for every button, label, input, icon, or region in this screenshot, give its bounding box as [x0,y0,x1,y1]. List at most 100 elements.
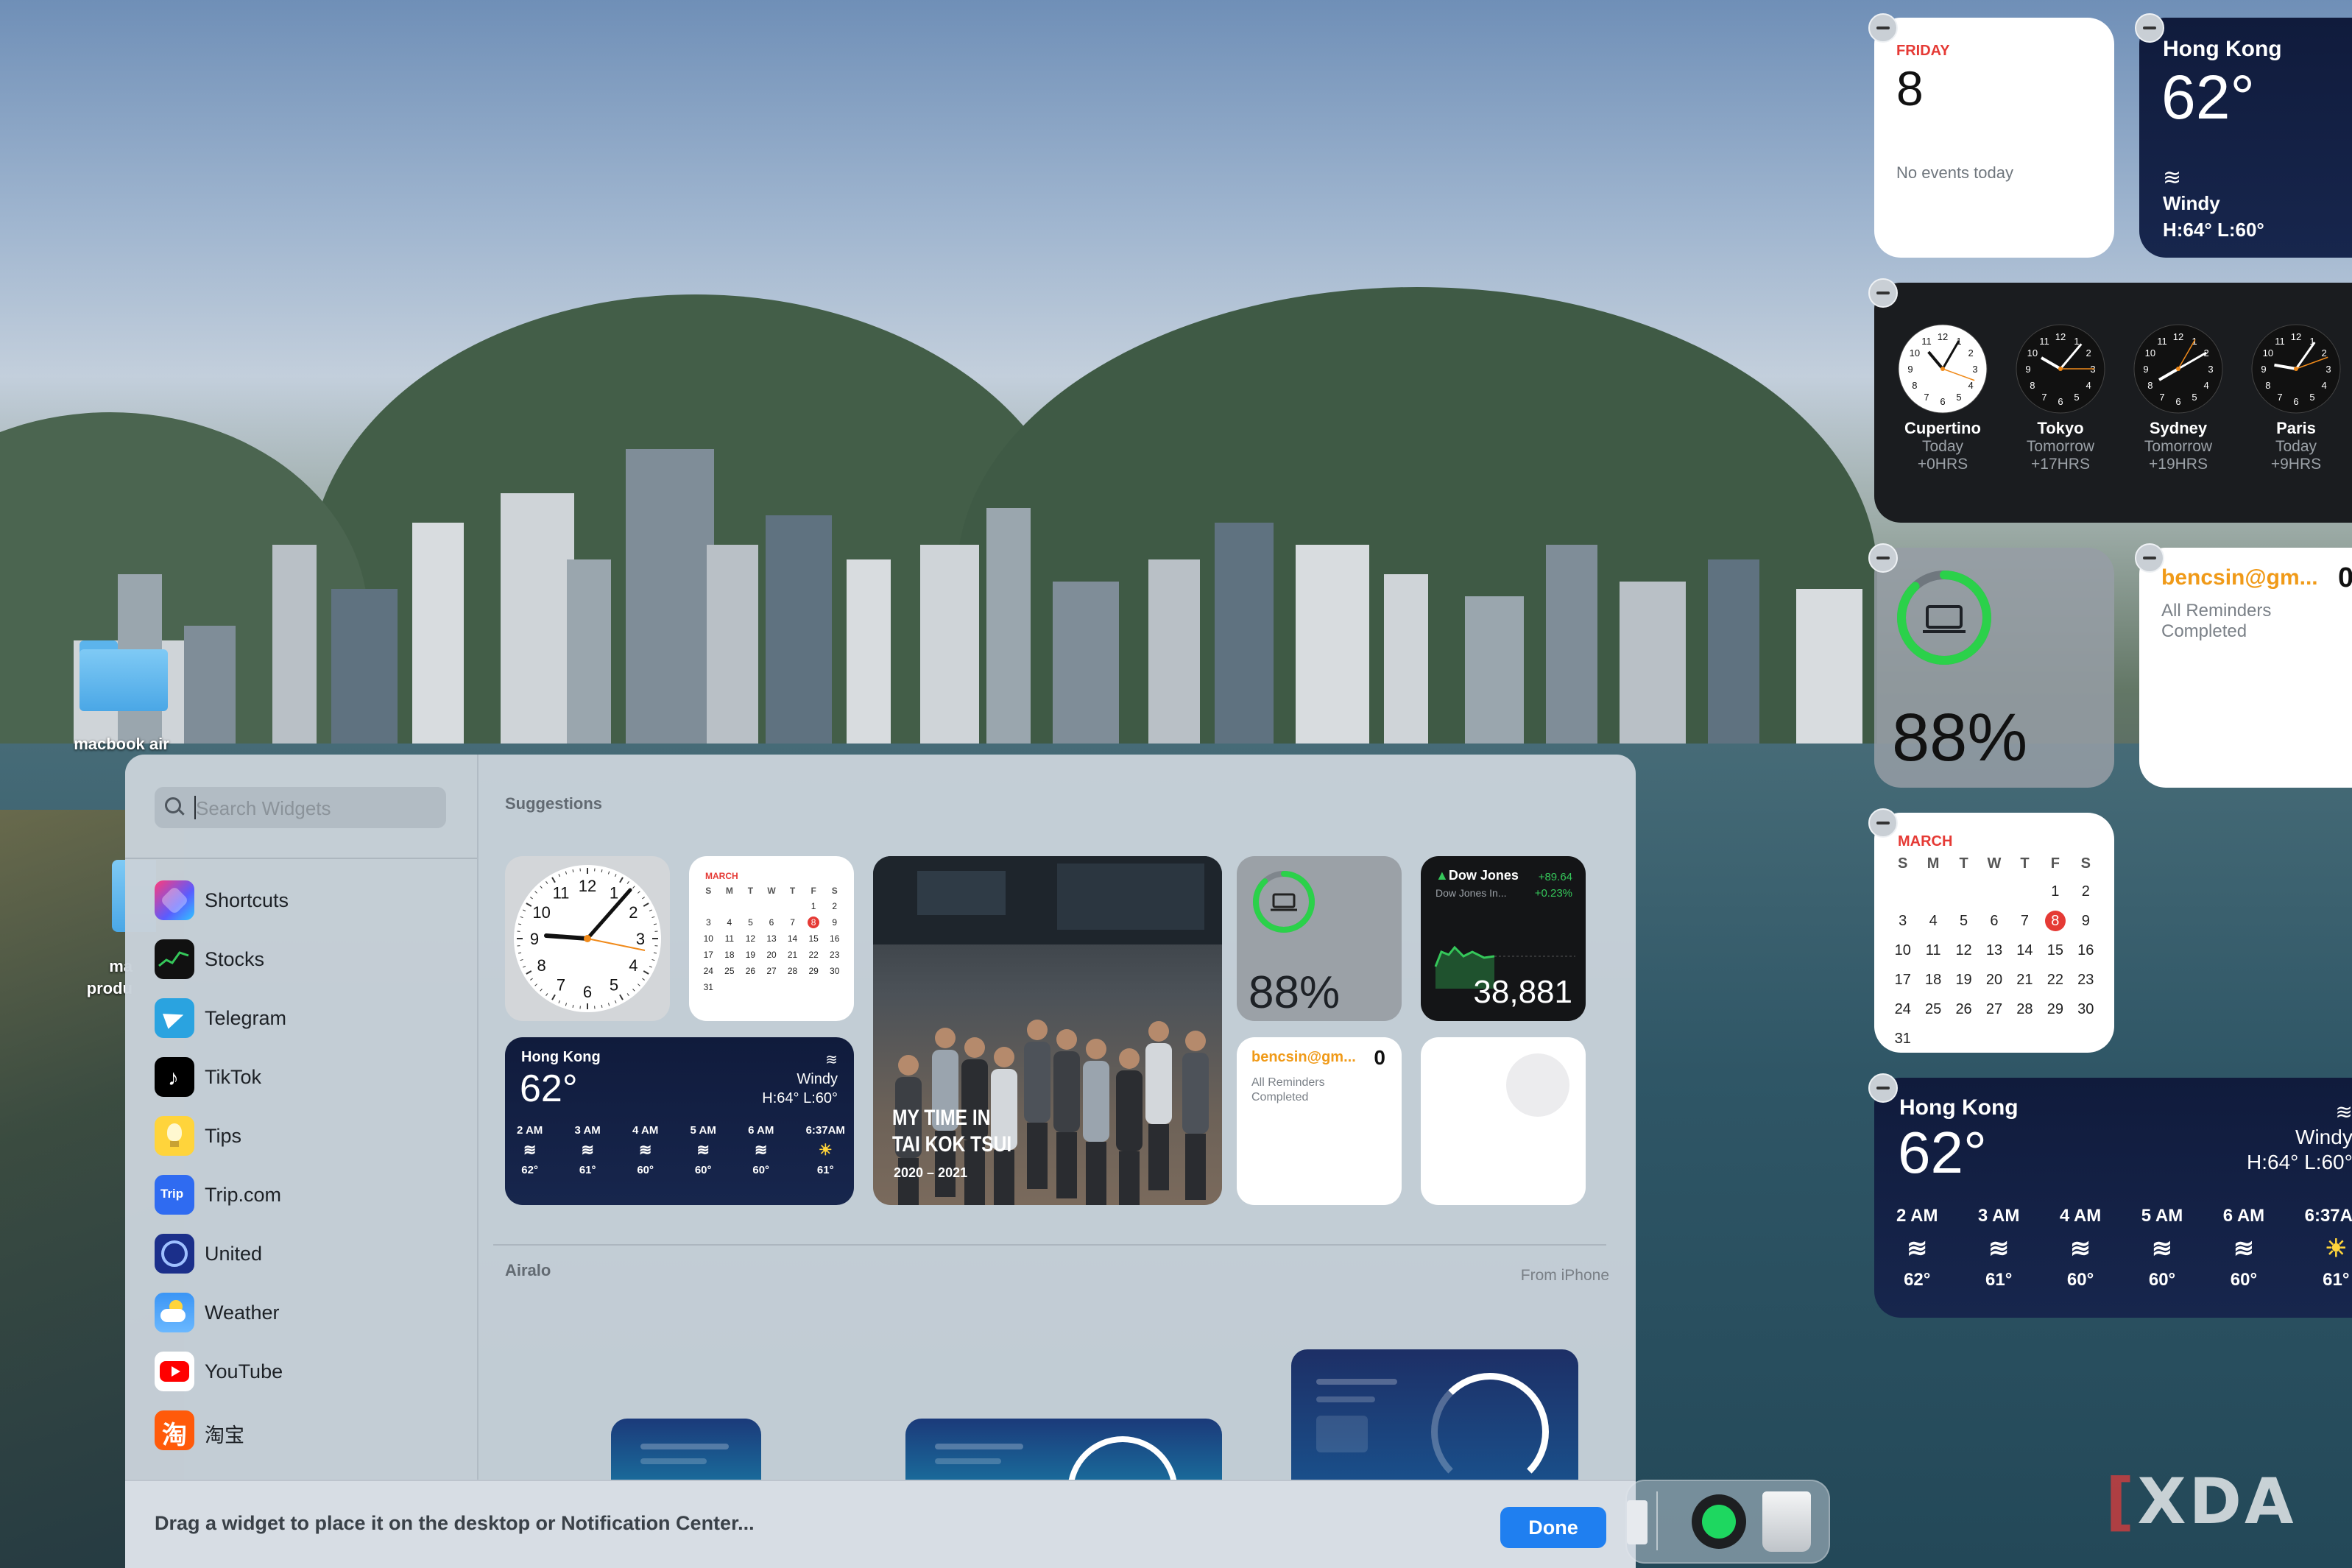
placeholder-circle [1506,1053,1569,1117]
spotify-icon[interactable] [1692,1494,1746,1549]
search-placeholder: Search Widgets [196,797,331,819]
airalo-widget-small[interactable] [611,1419,761,1480]
svg-text:1: 1 [2074,336,2079,347]
airalo-widget-medium[interactable] [905,1419,1222,1480]
wind-icon: ≋ [2233,1235,2254,1262]
reminders-widget[interactable]: bencsin@gm... 0 All Reminders Completed [2139,548,2352,788]
calendar-month: MARCH [1898,833,1953,850]
calendar-month-widget[interactable]: MARCH S M T W T F S 1 2 3 4 5 6 7 8 9 10 11 12 13 14 15 16 17 18… [1874,813,2114,1053]
calendar-day: 27 [1985,1001,2003,1017]
battery-widget[interactable]: 88% [1237,856,1402,1021]
world-clock[interactable]: 121234567891011 Tokyo Tomorrow +17HRS [2013,324,2108,473]
search-icon [165,797,181,813]
sidebar-app-item[interactable]: 淘淘宝 [155,1405,464,1456]
building [1465,596,1524,766]
calendar-day: 8 [2044,911,2066,931]
world-clock-city: Paris [2276,419,2316,437]
calendar-day: 11 [724,933,735,944]
building [1053,582,1119,766]
weather-widget[interactable]: Hong Kong 62° ≋ Windy H:64° L:60° [2139,18,2352,258]
calendar-day [1949,881,1979,902]
remove-widget-button[interactable] [2135,543,2164,573]
weather-widget[interactable]: Hong Kong 62° ≋ Windy H:64° L:60° 2 AM ≋ 6… [505,1037,854,1205]
done-button[interactable]: Done [1500,1507,1606,1548]
wind-icon: ≋ [696,1142,710,1159]
sidebar-app-item[interactable]: Tips [155,1110,464,1162]
battery-ring [1897,571,1991,665]
text-caret [194,796,196,819]
hour-time: 5 AM [690,1124,716,1137]
hour-time: 2 AM [517,1124,543,1137]
trash-icon[interactable] [1762,1491,1811,1552]
world-clock[interactable]: 121234567891011 Sydney Tomorrow +19HRS [2130,324,2226,473]
hour-time: 6:37AM [2304,1206,2352,1226]
airalo-widget-large[interactable] [1291,1349,1578,1480]
svg-text:6: 6 [2293,396,2298,407]
wind-icon: ≋ [1988,1235,2010,1262]
analog-clock: 121234567891011 [2016,324,2105,414]
remove-widget-button[interactable] [1868,278,1898,308]
remove-widget-button[interactable] [1868,1073,1898,1103]
battery-ring [1253,871,1315,933]
sidebar-app-item[interactable]: United [155,1228,464,1279]
hourly-forecast: 2 AM ≋ 62° 3 AM ≋ 61° 4 AM ≋ 60° 5 AM ≋ 60° 6 AM ≋ 60°… [517,1124,845,1176]
clock-number: 11 [553,884,570,903]
calendar-day-widget[interactable]: FRIDAY 8 No events today [1874,18,2114,258]
weather-city: Hong Kong [2163,37,2282,61]
desktop-folder-label[interactable]: ma produ [52,956,133,1000]
remove-widget-button[interactable] [1868,543,1898,573]
calendar-day: 7 [790,917,795,928]
tripcom-icon: Trip [155,1175,194,1215]
clock-widget[interactable]: 12 1 2 3 4 5 6 7 8 9 10 11 [505,856,670,1021]
stocks-widget[interactable]: ▲Dow Jones +89.64 +0.23% Dow Jones In... … [1421,856,1586,1021]
battery-percent: 88% [1249,967,1341,1018]
building [626,449,714,766]
wind-icon: ≋ [581,1142,594,1159]
stock-change: +89.64 +0.23% [1534,871,1572,900]
folder-icon[interactable] [77,640,171,714]
calendar-day: 25 [1925,1001,1942,1017]
sidebar-app-item[interactable]: Weather [155,1287,464,1338]
sidebar-app-item[interactable]: ♪ TikTok [155,1051,464,1103]
photo-widget[interactable]: MY TIME IN TAI KOK TSUI 2020 – 2021 [873,856,1222,1205]
calendar-day [1949,1028,1979,1049]
svg-text:10: 10 [2027,347,2038,359]
stock-price: 38,881 [1473,974,1572,1010]
sidebar-app-item[interactable]: Shortcuts [155,875,464,926]
calendar-day: 14 [787,933,798,944]
sidebar-app-item[interactable]: YouTube [155,1346,464,1397]
analog-clock: 121234567891011 [2133,324,2223,414]
hour-forecast: 6 AM ≋ 60° [748,1124,774,1176]
desktop-folder-label[interactable]: macbook air [52,735,191,754]
sidebar-app-label: Shortcuts [205,889,289,911]
sidebar-app-item[interactable]: Stocks [155,933,464,985]
svg-text:2: 2 [2321,347,2326,359]
person [1145,1021,1172,1190]
weather-widget[interactable]: Hong Kong 62° ≋ Windy H:64° L:60° 2 AM ≋ 6… [1874,1078,2352,1318]
placeholder-widget[interactable] [1421,1037,1586,1205]
building [501,493,574,766]
sidebar-app-item[interactable]: Telegram [155,992,464,1044]
weather-temp: 62° [1898,1120,1987,1185]
calendar-day [698,900,719,912]
battery-widget[interactable]: 88% [1874,548,2114,788]
clock-number: 2 [629,903,638,922]
calendar-widget[interactable]: MARCH S M T W T F S 1 2 3 4 5 6 7 8 9 10 11 12 13 14 15 16 17 18… [689,856,854,1021]
sidebar-app-item[interactable]: Trip Trip.com [155,1169,464,1221]
dock-app-icon[interactable] [1627,1500,1648,1544]
calendar-day: 10 [703,933,713,944]
calendar-day: 28 [2016,1001,2033,1017]
building [567,559,611,766]
calendar-day: 12 [745,933,756,944]
gallery-footer: Drag a widget to place it on the desktop… [125,1480,1636,1568]
reminders-widget[interactable]: bencsin@gm... 0 All Reminders Completed [1237,1037,1402,1205]
remove-widget-button[interactable] [1868,808,1898,838]
search-input[interactable]: Search Widgets [155,787,446,828]
world-clock-widget[interactable]: 121234567891011 Cupertino Today +0HRS121… [1874,283,2352,523]
svg-text:2: 2 [2086,347,2091,359]
clock-number: 10 [532,903,550,922]
world-clock[interactable]: 12 1 2 3 4 5 6 7 8 9 10 11 Paris Today +9HRS [2248,324,2344,473]
remove-widget-button[interactable] [2135,13,2164,43]
remove-widget-button[interactable] [1868,13,1898,43]
world-clock[interactable]: 121234567891011 Cupertino Today +0HRS [1895,324,1991,473]
